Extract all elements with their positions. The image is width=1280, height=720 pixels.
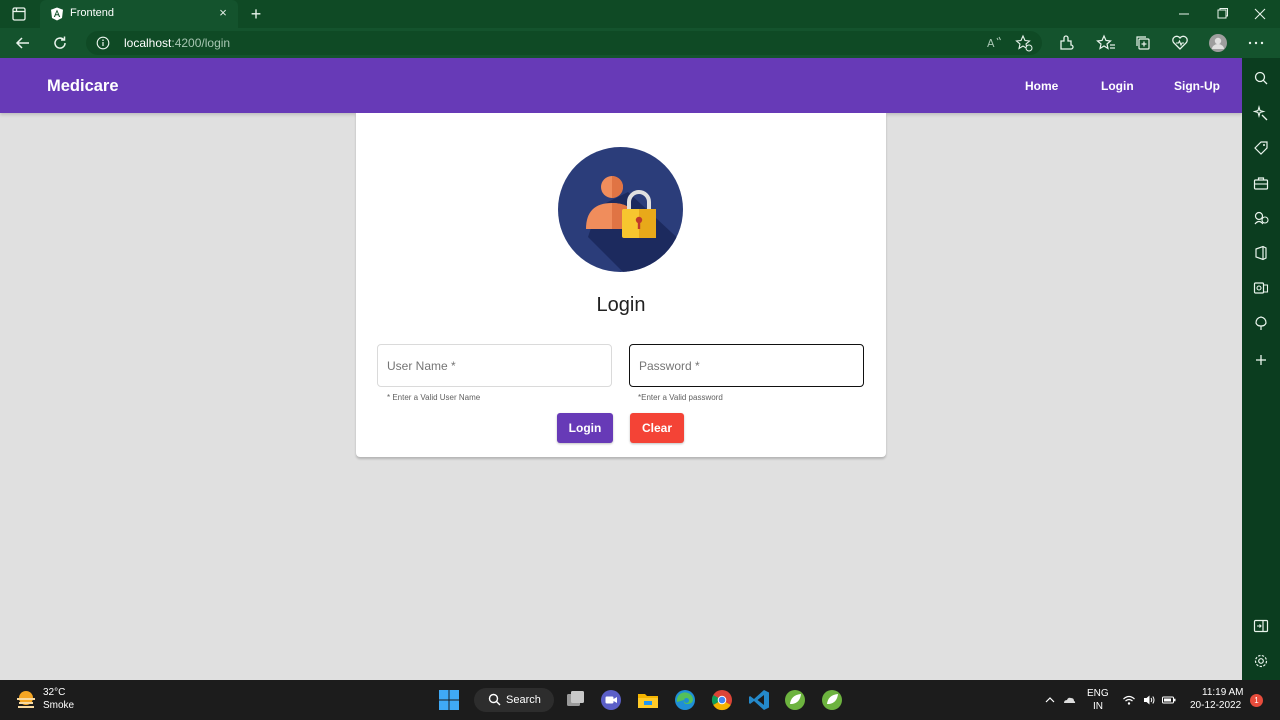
office-icon[interactable] [1253, 245, 1269, 261]
onedrive-icon[interactable] [1062, 693, 1076, 707]
teams-meet-icon[interactable] [599, 688, 623, 712]
address-url: localhost:4200/login [124, 36, 230, 50]
add-favorite-icon[interactable] [1014, 33, 1034, 53]
tab-actions-icon[interactable] [8, 4, 30, 24]
split-screen-icon[interactable] [1253, 618, 1269, 634]
angular-icon [50, 7, 64, 21]
outlook-icon[interactable] [1253, 280, 1269, 296]
games-icon[interactable] [1253, 210, 1269, 226]
windows-start-icon[interactable] [437, 688, 461, 712]
collections-icon[interactable] [1133, 33, 1153, 53]
web-page: Medicare Home Login Sign-Up Login User N… [0, 58, 1242, 680]
volume-icon[interactable] [1142, 693, 1156, 707]
briefcase-icon[interactable] [1253, 175, 1269, 191]
show-hidden-icons-icon[interactable] [1043, 693, 1057, 707]
taskbar-search[interactable]: Search [474, 688, 554, 712]
nav-home[interactable]: Home [1025, 79, 1058, 93]
clock-date[interactable]: 20-12-2022 [1190, 700, 1241, 711]
language-region[interactable]: IN [1093, 701, 1103, 712]
nav-login[interactable]: Login [1101, 79, 1134, 93]
username-hint: * Enter a Valid User Name [387, 393, 481, 402]
password-hint: *Enter a Valid password [638, 393, 723, 402]
address-path: :4200/login [171, 36, 231, 50]
browser-tab-frontend[interactable]: Frontend × [40, 0, 238, 28]
more-options-icon[interactable] [1246, 33, 1266, 53]
weather-temperature[interactable]: 32°C [43, 687, 65, 698]
edge-browser-icon[interactable] [673, 688, 697, 712]
browser-tabstrip: Frontend × + [0, 0, 1280, 28]
battery-icon[interactable] [1162, 693, 1176, 707]
wifi-icon[interactable] [1122, 693, 1136, 707]
back-icon[interactable] [13, 33, 33, 53]
password-field[interactable] [629, 344, 864, 387]
spring-tool-second-icon[interactable] [820, 688, 844, 712]
svg-text:A: A [987, 37, 995, 50]
browser-essentials-icon[interactable] [1170, 33, 1190, 53]
address-host: localhost [124, 36, 172, 50]
file-explorer-icon[interactable] [636, 688, 660, 712]
extensions-icon[interactable] [1056, 33, 1076, 53]
task-view-icon[interactable] [563, 688, 587, 712]
search-label: Search [506, 694, 541, 706]
login-button[interactable]: Login [557, 413, 613, 443]
address-bar[interactable]: localhost:4200/login A [86, 31, 1042, 55]
nav-sign-up[interactable]: Sign-Up [1174, 79, 1220, 93]
notification-badge[interactable]: 1 [1250, 694, 1263, 707]
refresh-icon[interactable] [50, 33, 70, 53]
site-info-icon[interactable] [96, 36, 110, 50]
read-aloud-icon[interactable]: A [984, 33, 1004, 53]
login-heading: Login [596, 294, 646, 316]
password-input[interactable] [639, 357, 849, 375]
login-card: Login * Enter a Valid User Name *Enter a… [356, 113, 886, 457]
tab-title: Frontend [70, 7, 115, 19]
navbar: Medicare Home Login Sign-Up [0, 58, 1242, 113]
language-code[interactable]: ENG [1087, 688, 1109, 699]
weather-smoke-icon[interactable] [14, 688, 38, 712]
search-glass-icon [488, 693, 501, 706]
close-window-icon[interactable] [1245, 4, 1275, 24]
clock-time[interactable]: 11:19 AM [1202, 687, 1244, 698]
clear-button[interactable]: Clear [630, 413, 684, 443]
plus-icon[interactable] [1253, 352, 1269, 368]
search-icon[interactable] [1253, 70, 1269, 86]
spring-tool-icon[interactable] [783, 688, 807, 712]
username-field[interactable] [377, 344, 612, 387]
vscode-icon[interactable] [747, 688, 771, 712]
sparkle-icon[interactable] [1252, 104, 1269, 121]
user-lock-icon [558, 147, 683, 272]
restore-icon[interactable] [1207, 4, 1237, 24]
weather-description[interactable]: Smoke [43, 700, 74, 711]
tab-close-icon[interactable]: × [216, 6, 230, 20]
profile-avatar-icon[interactable] [1208, 33, 1228, 53]
tag-icon[interactable] [1253, 140, 1269, 156]
tree-icon[interactable] [1253, 315, 1269, 331]
chrome-icon[interactable] [710, 688, 734, 712]
favorites-icon[interactable] [1096, 33, 1116, 53]
username-input[interactable] [387, 357, 597, 375]
new-tab-button[interactable]: + [246, 4, 266, 24]
brand-title[interactable]: Medicare [47, 77, 119, 96]
browser-sidebar [1242, 58, 1280, 680]
windows-taskbar: 32°C Smoke Search ENG IN 11:19 AM 20-12-… [0, 680, 1280, 720]
minimize-icon[interactable] [1169, 4, 1199, 24]
settings-icon[interactable] [1253, 653, 1269, 669]
browser-toolbar: localhost:4200/login A [0, 28, 1280, 58]
